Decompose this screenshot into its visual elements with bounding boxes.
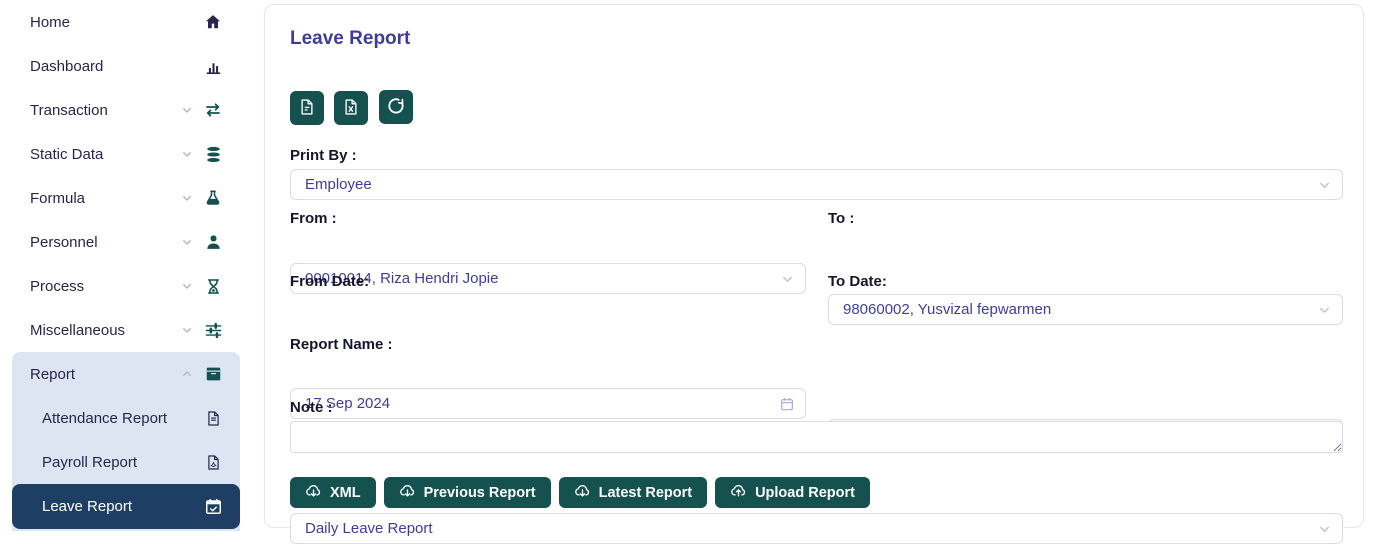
- refresh-icon: [386, 96, 406, 119]
- previous-report-button[interactable]: Previous Report: [384, 477, 551, 508]
- export-excel-button[interactable]: [334, 91, 368, 125]
- sidebar-item-transaction[interactable]: Transaction: [12, 88, 240, 132]
- xml-button[interactable]: XML: [290, 477, 376, 508]
- print-by-value: Employee: [305, 176, 372, 193]
- cloud-download-icon: [399, 482, 416, 503]
- note-input[interactable]: [290, 421, 1343, 453]
- archive-box-icon: [202, 365, 224, 383]
- print-by-select[interactable]: Employee: [290, 169, 1343, 200]
- chevron-down-icon: [1317, 302, 1332, 317]
- chevron-down-icon: [181, 104, 193, 116]
- sidebar-item-label: Transaction: [30, 102, 181, 119]
- file-text-icon: [202, 409, 224, 428]
- file-excel-icon: [342, 98, 360, 119]
- sidebar-item-home[interactable]: Home: [12, 0, 240, 44]
- sidebar-item-label: Payroll Report: [42, 454, 202, 471]
- sidebar-item-miscellaneous[interactable]: Miscellaneous: [12, 308, 240, 352]
- cloud-upload-icon: [730, 482, 747, 503]
- leave-report-panel: Leave Report Print By : Employee From : …: [264, 4, 1364, 528]
- file-lines-icon: [298, 98, 316, 119]
- sidebar-item-label: Attendance Report: [42, 410, 202, 427]
- cloud-download-icon: [574, 482, 591, 503]
- calendar-icon: [779, 396, 795, 412]
- note-label: Note :: [290, 399, 333, 416]
- bar-chart-icon: [202, 57, 224, 76]
- print-by-label: Print By :: [290, 147, 357, 164]
- sidebar-item-static-data[interactable]: Static Data: [12, 132, 240, 176]
- chevron-down-icon: [181, 192, 193, 204]
- sidebar-item-label: Static Data: [30, 146, 181, 163]
- sidebar-item-leave-report[interactable]: Leave Report: [12, 484, 240, 529]
- report-name-select[interactable]: Daily Leave Report: [290, 513, 1343, 544]
- chevron-down-icon: [181, 324, 193, 336]
- sidebar-item-label: Process: [30, 278, 181, 295]
- latest-report-button-label: Latest Report: [599, 485, 692, 501]
- sidebar-group-report: Report Attendance Report Payroll Report …: [12, 352, 240, 531]
- database-icon: [202, 145, 224, 164]
- chevron-down-icon: [181, 148, 193, 160]
- chevron-down-icon: [1317, 177, 1332, 192]
- sidebar-item-label: Leave Report: [42, 498, 202, 515]
- upload-report-button-label: Upload Report: [755, 485, 855, 501]
- sidebar-item-label: Formula: [30, 190, 181, 207]
- sidebar-item-personnel[interactable]: Personnel: [12, 220, 240, 264]
- sidebar-item-label: Dashboard: [30, 58, 202, 75]
- to-value: 98060002, Yusvizal fepwarmen: [843, 301, 1051, 318]
- report-name-label: Report Name :: [290, 336, 393, 353]
- from-date-label: From Date:: [290, 273, 369, 290]
- latest-report-button[interactable]: Latest Report: [559, 477, 707, 508]
- previous-report-button-label: Previous Report: [424, 485, 536, 501]
- upload-report-button[interactable]: Upload Report: [715, 477, 870, 508]
- hourglass-icon: [202, 277, 224, 296]
- export-toolbar: [290, 90, 419, 125]
- to-select[interactable]: 98060002, Yusvizal fepwarmen: [828, 294, 1343, 325]
- page-title: Leave Report: [290, 28, 410, 50]
- sidebar-item-label: Report: [30, 366, 181, 383]
- transfer-arrows-icon: [202, 101, 224, 119]
- export-document-button[interactable]: [290, 91, 324, 125]
- home-icon: [202, 13, 224, 31]
- sidebar: Home Dashboard Transaction Static Data F…: [0, 0, 252, 532]
- sidebar-item-payroll-report[interactable]: Payroll Report: [12, 440, 240, 484]
- sidebar-item-formula[interactable]: Formula: [12, 176, 240, 220]
- xml-button-label: XML: [330, 485, 361, 501]
- chevron-down-icon: [181, 280, 193, 292]
- chevron-down-icon: [780, 271, 795, 286]
- sidebar-item-label: Miscellaneous: [30, 322, 181, 339]
- to-date-label: To Date:: [828, 273, 887, 290]
- to-label: To :: [828, 210, 854, 227]
- chevron-up-icon: [181, 368, 193, 380]
- sidebar-item-dashboard[interactable]: Dashboard: [12, 44, 240, 88]
- calendar-check-icon: [202, 497, 224, 516]
- refresh-button[interactable]: [379, 90, 413, 124]
- chevron-down-icon: [181, 236, 193, 248]
- file-pdf-icon: [202, 453, 224, 472]
- from-label: From :: [290, 210, 337, 227]
- report-actions: XML Previous Report Latest Report Upload…: [290, 477, 870, 508]
- sliders-icon: [202, 321, 224, 340]
- report-name-value: Daily Leave Report: [305, 520, 433, 537]
- cloud-download-icon: [305, 482, 322, 503]
- sidebar-item-attendance-report[interactable]: Attendance Report: [12, 396, 240, 440]
- sidebar-item-label: Personnel: [30, 234, 181, 251]
- sidebar-item-process[interactable]: Process: [12, 264, 240, 308]
- chevron-down-icon: [1317, 521, 1332, 536]
- sidebar-item-label: Home: [30, 14, 202, 31]
- sidebar-item-report[interactable]: Report: [12, 352, 240, 396]
- flask-icon: [202, 189, 224, 207]
- person-icon: [202, 234, 224, 251]
- from-date-input[interactable]: 17 Sep 2024: [290, 388, 806, 419]
